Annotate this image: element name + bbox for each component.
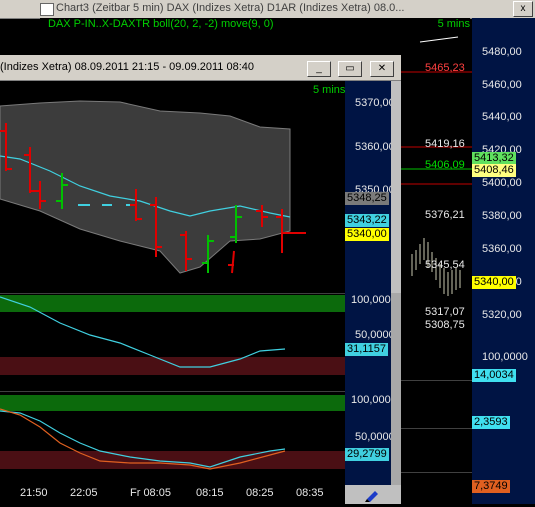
last-price-badge: 5340,00 [472,276,516,289]
annotation-high: 5465,23 [425,62,465,74]
time-tick: 08:15 [196,487,224,499]
indicator-panel-1[interactable] [0,293,345,391]
pen-icon[interactable] [345,485,401,504]
time-tick: Fr 08:05 [130,487,171,499]
back-window-titlebar[interactable]: Chart3 (Zeitbar 5 min) DAX (Indizes Xetr… [0,0,535,19]
indicator-legend: DAX P-IN..X-DAXTR boll(20, 2, -2) move(9… [48,18,274,30]
price-badge: 5408,46 [472,164,516,177]
indicator-tick: 100,0000 [351,294,397,306]
indicator-tick: 100,0000 [351,394,397,406]
front-price-scale[interactable]: 5370,00 5360,00 5350,00 5348,25 5343,22 … [345,81,395,293]
price-tick: 5320,00 [482,309,522,321]
annotation-mid: 5406,09 [425,159,465,171]
price-tick: 5360,00 [355,141,395,153]
indicator-scale-1[interactable]: 100,0000 50,0000 31,1157 [345,293,397,391]
price-tick: 5370,00 [355,97,395,109]
minimize-button[interactable]: _ [307,61,331,77]
price-tick: 5380,00 [482,210,522,222]
indicator-value-badge: 31,1157 [345,343,388,356]
indicator-tick: 50,0000 [355,431,395,443]
restore-button[interactable]: ▭ [338,61,362,77]
indicator-value-badge: 29,2799 [345,448,389,461]
oversold-zone [0,357,345,375]
vertical-scrollbar[interactable] [391,81,401,293]
indicator-tick: 100,0000 [482,351,528,363]
back-window-title: Chart3 (Zeitbar 5 min) DAX (Indizes Xetr… [56,2,405,14]
time-tick: 08:35 [296,487,324,499]
oversold-zone [0,451,345,469]
price-panel[interactable]: 5 mins [0,81,345,293]
ma-value-badge: 5343,22 [345,214,389,227]
close-button[interactable]: ✕ [370,61,394,77]
price-tick: 5480,00 [482,46,522,58]
time-tick: 22:05 [70,487,98,499]
band-upper-badge: 5348,25 [345,192,389,205]
annotation-level: 5376,21 [425,209,465,221]
time-tick: 21:50 [20,487,48,499]
vertical-scrollbar[interactable] [391,293,401,391]
interval-label: 5 mins [437,18,470,30]
last-price-badge: 5340,00 [345,228,389,241]
overbought-zone [0,395,345,411]
indicator-tick: 50,0000 [355,329,395,341]
annotation-upper: 5419,16 [425,138,465,150]
front-window-titlebar[interactable]: (Indizes Xetra) 08.09.2011 21:15 - 09.09… [0,55,401,81]
interval-label: 5 mins [313,84,345,96]
annotation-low: 5308,75 [425,319,465,331]
price-tick: 5440,00 [482,111,522,123]
annotation-level: 5345,54 [425,259,465,271]
time-axis[interactable]: 21:50 22:05 Fr 08:05 08:15 08:25 08:35 [0,485,345,504]
indicator-value-badge: 7,3749 [472,480,510,493]
indicator-value-badge: 2,3593 [472,416,510,429]
annotation-level: 5317,07 [425,306,465,318]
indicator-value-badge: 14,0034 [472,369,516,382]
time-tick: 08:25 [246,487,274,499]
front-window-title: (Indizes Xetra) 08.09.2011 21:15 - 09.09… [0,61,254,73]
chart-window-icon [40,3,54,16]
price-tick: 5360,00 [482,243,522,255]
back-price-scale[interactable]: 5480,00 5460,00 5440,00 5420,00 5400,00 … [472,18,535,504]
price-tick: 5460,00 [482,79,522,91]
indicator-scale-2[interactable]: 100,0000 50,0000 29,2799 [345,391,397,485]
price-tick: 5400,00 [482,177,522,189]
vertical-scrollbar[interactable] [391,391,401,485]
draw-tool-corner[interactable] [345,485,401,504]
close-button[interactable]: x [513,1,533,17]
overbought-zone [0,295,345,312]
back-chart-legend: DAX P-IN..X-DAXTR boll(20, 2, -2) move(9… [40,18,470,32]
indicator-panel-2[interactable] [0,391,345,485]
